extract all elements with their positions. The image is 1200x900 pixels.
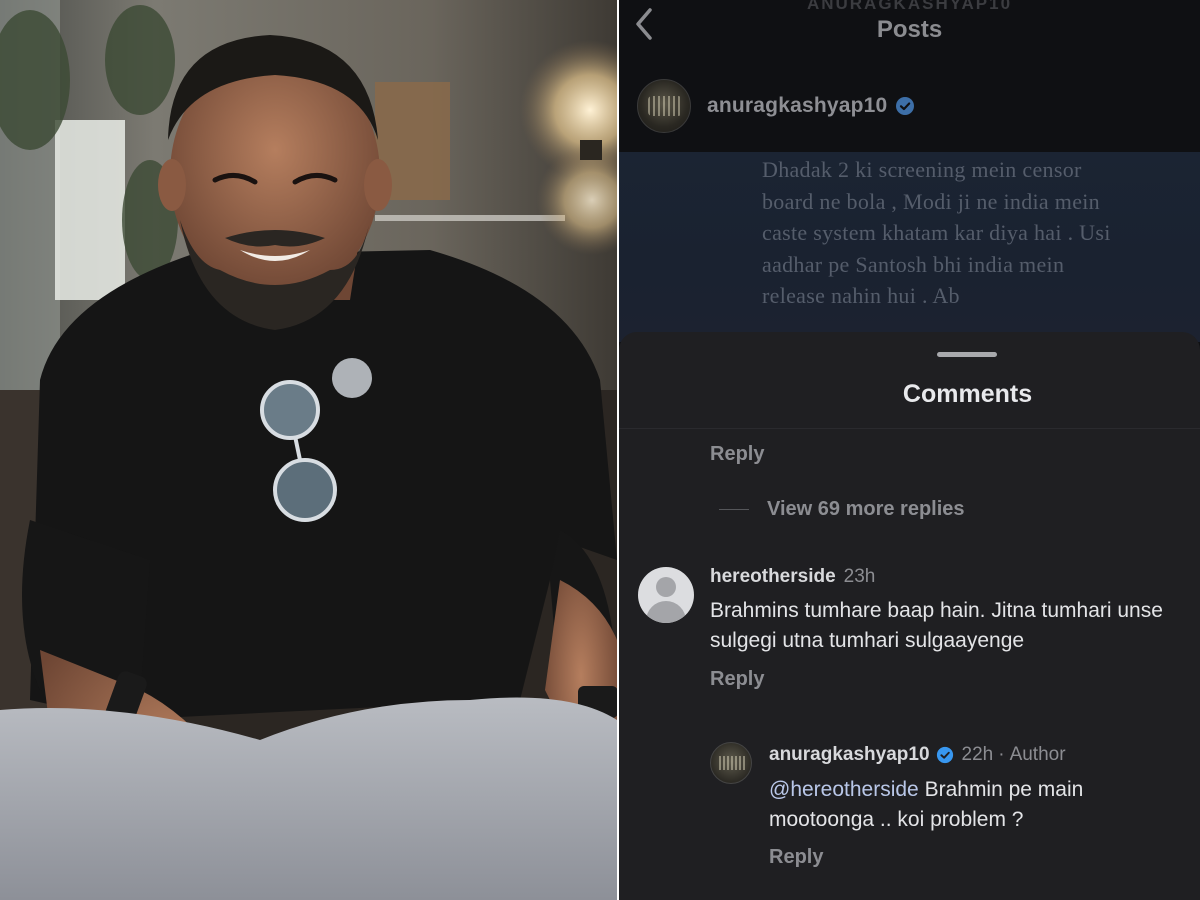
view-more-replies-label[interactable]: View 69 more replies <box>767 498 965 521</box>
post-username[interactable]: anuragkashyap10 <box>707 94 887 118</box>
comment-timestamp: 23h <box>843 566 876 587</box>
verified-badge-icon <box>936 746 953 764</box>
portrait-photo <box>0 0 617 900</box>
post-author[interactable]: anuragkashyap10 <box>637 78 915 134</box>
reply-button[interactable]: Reply <box>710 443 764 466</box>
comment-username[interactable]: anuragkashyap10 <box>769 744 930 766</box>
avatar[interactable] <box>710 742 752 784</box>
author-tag: Author <box>1009 744 1066 765</box>
profile-handle-header: ANURAGKASHYAP10 <box>806 0 1013 13</box>
comments-title: Comments <box>902 380 1033 408</box>
reply-button[interactable]: Reply <box>710 668 764 691</box>
instagram-post-view: ANURAGKASHYAP10 Posts anuragkashyap10 Dh… <box>619 0 1200 900</box>
comment-text: @hereotherside Brahmin pe main mootoonga… <box>769 775 1169 835</box>
comment-header: anuragkashyap10 22h · Author <box>769 744 1066 766</box>
comment-username[interactable]: hereotherside <box>710 566 836 588</box>
meta-separator: · <box>998 744 1005 765</box>
top-nav-bar: ANURAGKASHYAP10 Posts <box>619 0 1200 62</box>
view-more-replies[interactable]: View 69 more replies <box>719 498 965 521</box>
reply-button[interactable]: Reply <box>769 846 823 869</box>
portrait-illustration <box>0 0 617 900</box>
verified-badge-icon <box>896 97 915 115</box>
comment-text: Brahmins tumhare baap hain. Jitna tumhar… <box>710 599 1163 652</box>
comment-header: hereotherside 23h <box>710 566 875 588</box>
comment-timestamp: 22h <box>961 744 994 765</box>
comments-sheet: Comments Reply View 69 more replies here… <box>619 332 1200 900</box>
default-user-icon[interactable] <box>638 567 694 623</box>
post-caption-text: Dhadak 2 ki screening mein censor board … <box>762 157 1111 308</box>
view-more-line <box>719 509 749 510</box>
mention-link[interactable]: @hereotherside <box>769 778 919 801</box>
page-title: Posts <box>876 16 943 43</box>
avatar[interactable] <box>637 79 691 133</box>
sheet-drag-handle[interactable] <box>937 352 997 357</box>
post-image[interactable]: Dhadak 2 ki screening mein censor board … <box>619 152 1200 342</box>
sheet-divider <box>619 428 1200 429</box>
